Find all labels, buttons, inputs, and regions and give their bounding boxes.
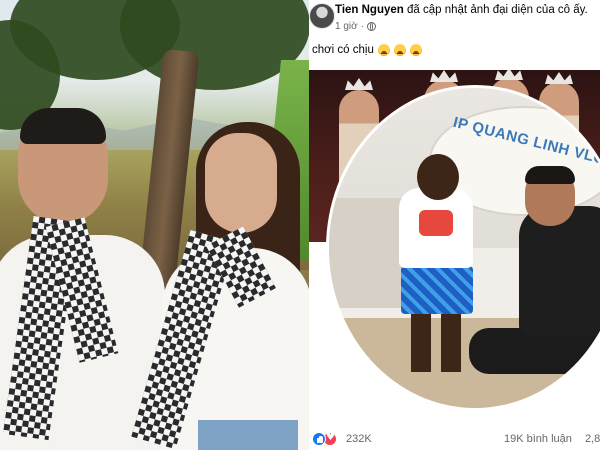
reaction-icons[interactable] xyxy=(312,432,337,446)
profile-photo-update[interactable]: IP QUANG LINH VLOG xyxy=(309,70,600,418)
meta-separator: · xyxy=(360,21,365,32)
crown-icon xyxy=(545,72,573,84)
man-hair xyxy=(525,166,575,184)
left-photo xyxy=(0,0,309,450)
crying-face-emoji xyxy=(377,44,390,56)
kid-shorts xyxy=(401,266,473,314)
reactions-bar: 232K 19K bình luận 2,8 xyxy=(309,428,600,450)
post-time[interactable]: 1 giờ xyxy=(335,21,358,32)
caption-text: chơi có chịu xyxy=(312,44,374,56)
woman-face xyxy=(205,133,277,233)
crown-icon xyxy=(430,70,458,82)
man-hair xyxy=(20,108,106,144)
crying-face-emoji xyxy=(393,44,406,56)
post-caption: chơi có chịu xyxy=(312,44,422,56)
author-name[interactable]: Tien Nguyen xyxy=(335,4,404,16)
kid-legs xyxy=(411,312,461,372)
globe-icon[interactable] xyxy=(367,22,377,31)
kid-head xyxy=(417,154,459,200)
facebook-post: Tien Nguyen đã cập nhật ảnh đại diện của… xyxy=(309,0,600,450)
woman-jeans xyxy=(198,420,298,450)
share-count[interactable]: 2,8 xyxy=(585,433,600,445)
author-avatar[interactable] xyxy=(309,3,335,29)
like-icon[interactable] xyxy=(312,432,326,446)
crying-face-emoji xyxy=(409,44,422,56)
post-action: đã cập nhật ảnh đại diện của cô ấy. xyxy=(407,4,588,16)
comment-count[interactable]: 19K bình luận xyxy=(504,433,572,445)
author-line: Tien Nguyen đã cập nhật ảnh đại diện của… xyxy=(335,4,588,16)
man-black-shirt xyxy=(519,206,600,336)
shirt-print xyxy=(419,210,453,236)
profile-picture-circle[interactable]: IP QUANG LINH VLOG xyxy=(329,88,600,408)
crown-icon xyxy=(495,70,523,80)
post-meta: 1 giờ · xyxy=(335,21,377,32)
reaction-count[interactable]: 232K xyxy=(346,433,372,445)
post-header: Tien Nguyen đã cập nhật ảnh đại diện của… xyxy=(309,0,600,38)
